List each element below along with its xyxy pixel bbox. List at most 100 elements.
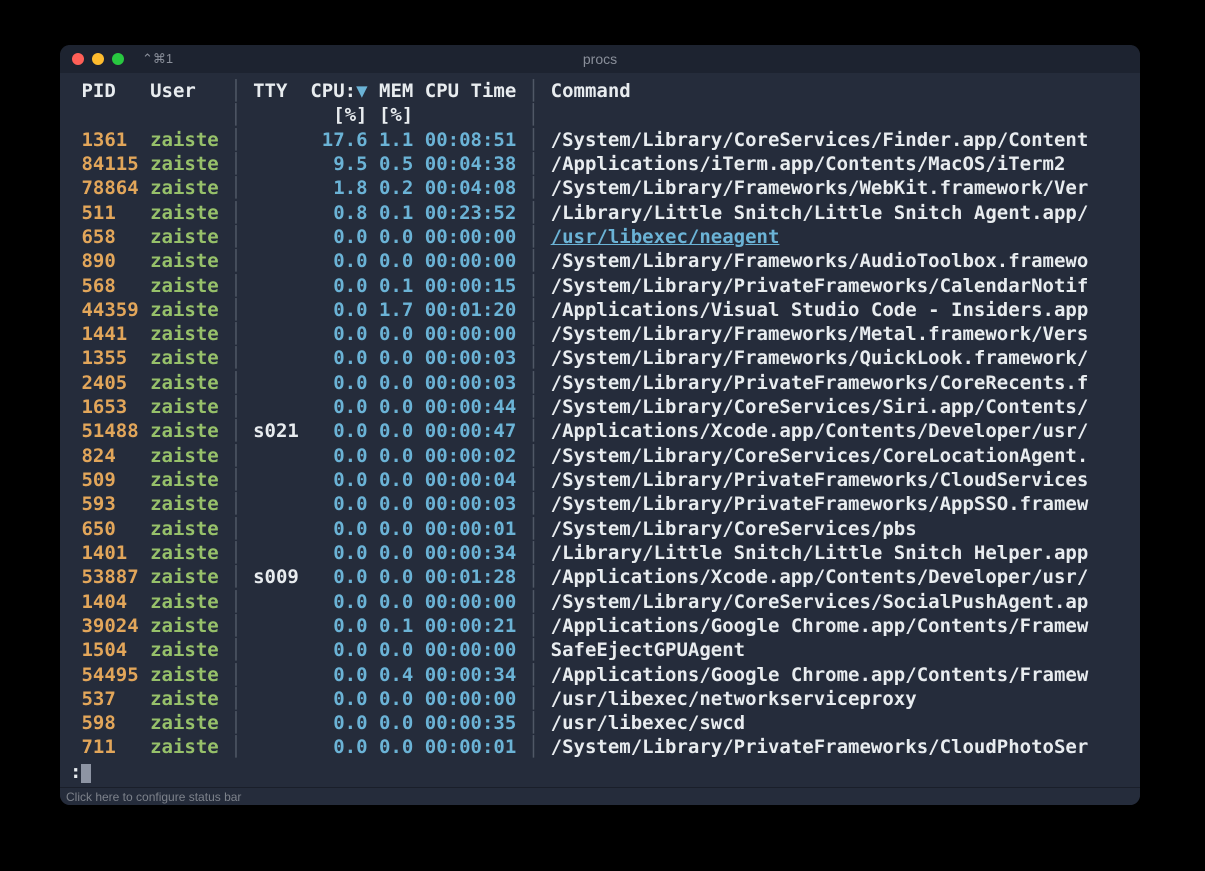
- process-pid: 509: [81, 469, 138, 491]
- prompt[interactable]: :: [70, 761, 81, 783]
- process-time: 00:00:44: [425, 396, 517, 418]
- process-tty: [253, 372, 299, 394]
- process-cpu: 0.8: [310, 202, 367, 224]
- process-command: /System/Library/CoreServices/Finder.app/…: [551, 129, 1089, 151]
- header-cpu[interactable]: CPU:: [310, 80, 356, 102]
- process-cpu: 0.0: [310, 275, 367, 297]
- process-time: 00:00:00: [425, 226, 517, 248]
- process-user: zaiste: [150, 688, 219, 710]
- process-time: 00:00:00: [425, 591, 517, 613]
- process-command: /Library/Little Snitch/Little Snitch Age…: [551, 202, 1089, 224]
- process-tty: [253, 736, 299, 758]
- process-mem: 0.0: [379, 347, 413, 369]
- process-tty: [253, 469, 299, 491]
- process-tty: [253, 445, 299, 467]
- process-mem: 0.4: [379, 664, 413, 686]
- process-user: zaiste: [150, 323, 219, 345]
- process-time: 00:00:00: [425, 323, 517, 345]
- process-command: /Applications/iTerm.app/Contents/MacOS/i…: [551, 153, 1066, 175]
- process-mem: 0.0: [379, 518, 413, 540]
- process-time: 00:00:47: [425, 420, 517, 442]
- process-mem: 0.0: [379, 469, 413, 491]
- process-user: zaiste: [150, 493, 219, 515]
- process-pid: 1441: [81, 323, 138, 345]
- process-time: 00:01:20: [425, 299, 517, 321]
- process-time: 00:00:34: [425, 664, 517, 686]
- process-pid: 1404: [81, 591, 138, 613]
- process-tty: [253, 493, 299, 515]
- process-command: /System/Library/CoreServices/pbs: [551, 518, 917, 540]
- status-bar[interactable]: Click here to configure status bar: [60, 787, 1140, 805]
- process-command[interactable]: /usr/libexec/neagent: [551, 226, 780, 248]
- process-user: zaiste: [150, 202, 219, 224]
- process-user: zaiste: [150, 469, 219, 491]
- process-user: zaiste: [150, 177, 219, 199]
- process-user: zaiste: [150, 518, 219, 540]
- process-pid: 1361: [81, 129, 138, 151]
- process-time: 00:04:38: [425, 153, 517, 175]
- process-cpu: 0.0: [310, 299, 367, 321]
- process-pid: 1401: [81, 542, 138, 564]
- process-command: SafeEjectGPUAgent: [551, 639, 745, 661]
- header-pid[interactable]: PID: [81, 80, 138, 102]
- process-cpu: 9.5: [310, 153, 367, 175]
- process-user: zaiste: [150, 250, 219, 272]
- titlebar: ⌃⌘1 procs: [60, 45, 1140, 73]
- process-time: 00:00:15: [425, 275, 517, 297]
- process-tty: [253, 323, 299, 345]
- process-tty: [253, 177, 299, 199]
- process-command: /System/Library/Frameworks/WebKit.framew…: [551, 177, 1089, 199]
- process-command: /System/Library/CoreServices/CoreLocatio…: [551, 445, 1089, 467]
- process-tty: [253, 347, 299, 369]
- process-cpu: 0.0: [310, 445, 367, 467]
- close-icon[interactable]: [72, 53, 84, 65]
- process-cpu: 0.0: [310, 323, 367, 345]
- minimize-icon[interactable]: [92, 53, 104, 65]
- process-time: 00:04:08: [425, 177, 517, 199]
- process-mem: 0.1: [379, 202, 413, 224]
- cursor-icon: [81, 764, 91, 783]
- process-tty: [253, 591, 299, 613]
- process-command: /usr/libexec/swcd: [551, 712, 745, 734]
- header-cputime[interactable]: CPU Time: [425, 80, 517, 102]
- process-cpu: 0.0: [310, 664, 367, 686]
- tab-label: ⌃⌘1: [142, 51, 173, 67]
- process-command: /System/Library/PrivateFrameworks/CloudP…: [551, 736, 1089, 758]
- process-command: /Applications/Google Chrome.app/Contents…: [551, 615, 1089, 637]
- process-time: 00:01:28: [425, 566, 517, 588]
- process-time: 00:00:04: [425, 469, 517, 491]
- process-time: 00:00:00: [425, 639, 517, 661]
- process-user: zaiste: [150, 299, 219, 321]
- process-pid: 568: [81, 275, 138, 297]
- process-pid: 650: [81, 518, 138, 540]
- process-command: /Applications/Visual Studio Code - Insid…: [551, 299, 1089, 321]
- header-tty[interactable]: TTY: [253, 80, 299, 102]
- process-cpu: 0.0: [310, 615, 367, 637]
- process-mem: 1.1: [379, 129, 413, 151]
- process-user: zaiste: [150, 664, 219, 686]
- header-command[interactable]: Command: [551, 80, 631, 102]
- terminal-output[interactable]: PID User │ TTY CPU:▼ MEM CPU Time │ Comm…: [60, 73, 1140, 787]
- header-user[interactable]: User: [150, 80, 219, 102]
- process-mem: 0.0: [379, 639, 413, 661]
- process-cpu: 0.0: [310, 347, 367, 369]
- process-tty: [253, 396, 299, 418]
- process-time: 00:00:01: [425, 736, 517, 758]
- header-mem[interactable]: MEM: [379, 80, 413, 102]
- process-user: zaiste: [150, 712, 219, 734]
- process-tty: [253, 202, 299, 224]
- process-mem: 0.5: [379, 153, 413, 175]
- process-mem: 0.0: [379, 591, 413, 613]
- process-time: 00:23:52: [425, 202, 517, 224]
- process-cpu: 1.8: [310, 177, 367, 199]
- process-time: 00:00:02: [425, 445, 517, 467]
- process-cpu: 0.0: [310, 736, 367, 758]
- process-pid: 84115: [81, 153, 138, 175]
- process-user: zaiste: [150, 226, 219, 248]
- process-tty: [253, 275, 299, 297]
- process-user: zaiste: [150, 566, 219, 588]
- zoom-icon[interactable]: [112, 53, 124, 65]
- process-cpu: 0.0: [310, 493, 367, 515]
- process-command: /Applications/Xcode.app/Contents/Develop…: [551, 566, 1089, 588]
- process-tty: [253, 299, 299, 321]
